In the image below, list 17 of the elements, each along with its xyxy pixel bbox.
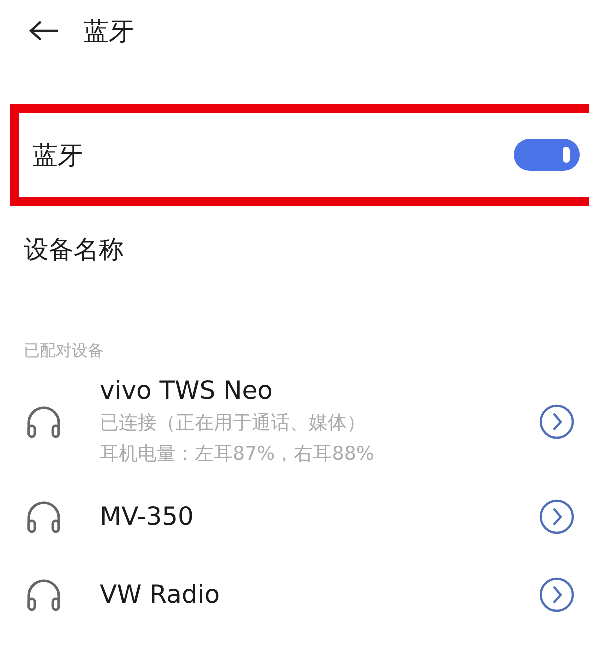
back-icon[interactable] (28, 19, 60, 43)
chevron-right-icon[interactable] (539, 404, 575, 440)
device-name[interactable]: vivo TWS Neo (100, 374, 539, 408)
bluetooth-toggle[interactable] (514, 139, 580, 171)
device-name[interactable]: VW Radio (100, 578, 539, 612)
headphones-icon (26, 500, 62, 534)
device-name-label[interactable]: 设备名称 (24, 232, 124, 266)
bluetooth-label: 蓝牙 (33, 140, 83, 172)
page-title: 蓝牙 (84, 16, 134, 48)
chevron-right-icon[interactable] (539, 499, 575, 535)
section-title: 已配对设备 (24, 340, 104, 362)
chevron-right-icon[interactable] (539, 577, 575, 613)
device-status: 已连接（正在用于通话、媒体） (100, 411, 367, 436)
headphones-icon (26, 578, 62, 612)
device-status: 耳机电量：左耳87%，右耳88% (100, 442, 376, 467)
device-name[interactable]: MV-350 (100, 500, 539, 534)
headphones-icon (26, 405, 62, 439)
